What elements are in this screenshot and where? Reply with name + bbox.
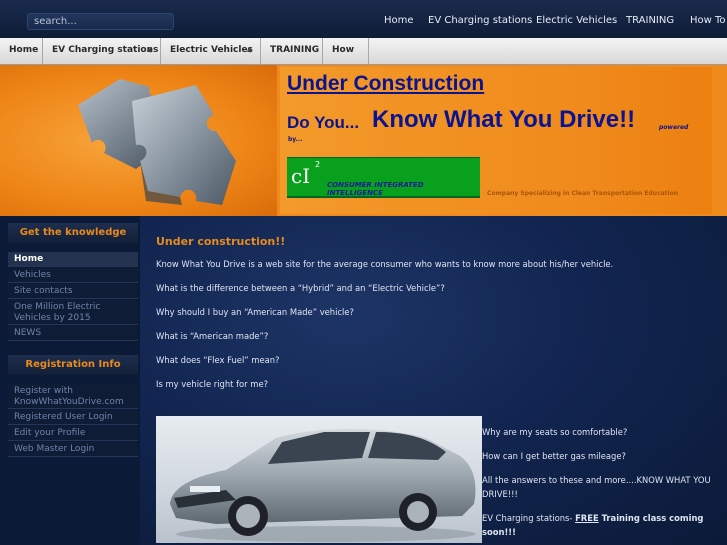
sidebar-item-edit-profile[interactable]: Edit your Profile <box>8 426 138 441</box>
content-right-line: All the answers to these and more....KNO… <box>482 475 711 485</box>
content-right-line: Why are my seats so comfortable? <box>482 427 628 437</box>
top-nav-home[interactable]: Home <box>384 15 414 26</box>
banner-by: by... <box>288 136 303 143</box>
ci2-logo-text: CONSUMER INTEGRATED INTELLIGENCE <box>327 181 424 197</box>
content-line: What is the difference between a “Hybrid… <box>156 283 445 293</box>
puzzle-pieces-icon <box>78 79 236 205</box>
ev-soon: soon!!! <box>482 527 516 537</box>
sidebar-item-site-contacts[interactable]: Site contacts <box>8 284 138 299</box>
menu-ev-charging[interactable]: EV Charging stations <box>43 38 161 64</box>
car-image <box>156 416 482 543</box>
logo-underline <box>287 196 480 198</box>
page-title: Under construction!! <box>156 235 286 248</box>
ci2-logo[interactable]: cI 2 CONSUMER INTEGRATED INTELLIGENCE <box>287 157 480 197</box>
top-nav-ev-charging[interactable]: EV Charging stations <box>428 15 532 26</box>
menu-electric-vehicles[interactable]: Electric Vehicles <box>161 38 261 64</box>
sidebar-item-vehicles[interactable]: Vehicles <box>8 268 138 283</box>
sidebar-item-news[interactable]: NEWS <box>8 326 138 341</box>
content-right-line: DRIVE!!! <box>482 489 518 499</box>
menu-training[interactable]: TRAINING <box>261 38 323 64</box>
banner-heading-link[interactable]: Under Construction <box>287 72 484 96</box>
sidebar-item-home[interactable]: Home <box>8 252 138 267</box>
top-nav-electric-vehicles[interactable]: Electric Vehicles <box>536 15 617 26</box>
search-input[interactable]: search... <box>27 13 174 30</box>
ev-prefix: EV Charging stations- <box>482 513 576 523</box>
banner-tagline: Know What You Drive!! <box>372 106 636 133</box>
menu-how-to[interactable]: How To <box>323 38 369 79</box>
ev-training-notice: EV Charging stations- FREE Training clas… <box>482 513 703 523</box>
menu-ev-charging-label: EV Charging stations <box>52 45 159 55</box>
ci2-logo-sup: 2 <box>315 160 321 169</box>
top-nav-how-to[interactable]: How To <box>690 15 726 26</box>
content-right-line: How can I get better gas mileage? <box>482 451 626 461</box>
menu-bar: Home EV Charging stations Electric Vehic… <box>0 38 727 79</box>
content-line: Know What You Drive is a web site for th… <box>156 259 614 269</box>
banner-do-you: Do You... <box>287 113 360 132</box>
ci2-logo-mark: cI <box>291 164 311 188</box>
sidebar-item-user-login[interactable]: Registered User Login <box>8 410 138 425</box>
sidebar-item-one-million-ev[interactable]: One Million Electric Vehicles by 2015 <box>8 300 138 325</box>
top-bar: search... Home EV Charging stations Elec… <box>0 0 727 38</box>
menu-home-label: Home <box>9 45 39 55</box>
top-nav-training[interactable]: TRAINING <box>626 15 674 26</box>
menu-home[interactable]: Home <box>0 38 43 64</box>
sidebar-knowledge-title: Get the knowledge <box>8 223 138 243</box>
banner-powered: powered <box>659 124 689 131</box>
content-line: Why should I buy an “American Made” vehi… <box>156 307 354 317</box>
sidebar-registration-title: Registration Info <box>8 355 138 375</box>
ev-suffix: Training class coming <box>598 513 704 523</box>
car-icon <box>170 429 476 542</box>
banner-company: Company Specializing in Clean Transporta… <box>487 190 678 197</box>
ev-free-link[interactable]: FREE <box>575 513 599 523</box>
content-line: Is my vehicle right for me? <box>156 379 269 389</box>
puzzle-image <box>0 65 277 216</box>
content-line: What is “American made”? <box>156 331 269 341</box>
content-line: What does “Flex Fuel” mean? <box>156 355 280 365</box>
menu-training-label: TRAINING <box>270 45 320 55</box>
sidebar-item-webmaster-login[interactable]: Web Master Login <box>8 442 138 457</box>
sidebar-item-register[interactable]: Register with KnowWhatYouDrive.com <box>8 384 138 409</box>
menu-electric-vehicles-label: Electric Vehicles <box>170 45 253 55</box>
